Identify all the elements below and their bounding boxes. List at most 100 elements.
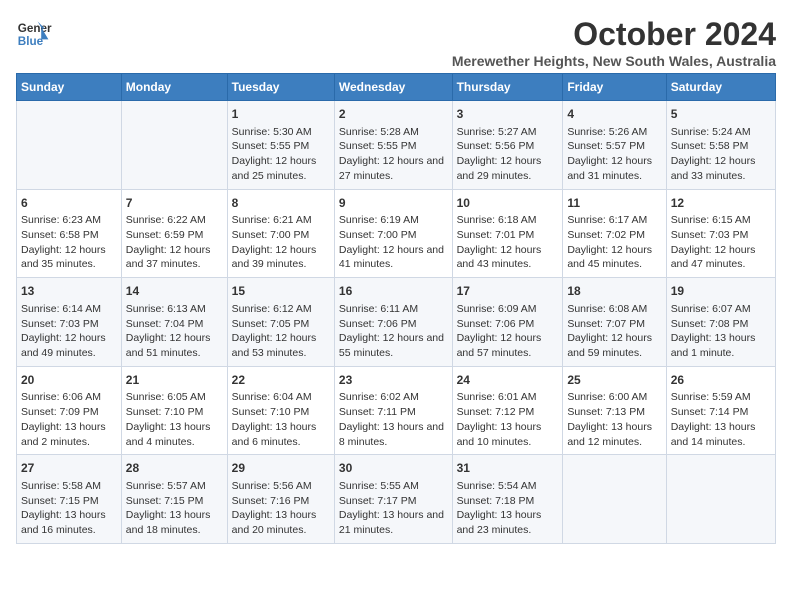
day-number: 23 xyxy=(339,372,448,389)
day-info: Sunrise: 5:58 AMSunset: 7:15 PMDaylight:… xyxy=(21,479,117,538)
calendar-cell: 16 Sunrise: 6:11 AMSunset: 7:06 PMDayligh… xyxy=(334,278,452,367)
day-number: 31 xyxy=(457,460,559,477)
day-info: Sunrise: 6:08 AMSunset: 7:07 PMDaylight:… xyxy=(567,302,661,361)
logo-icon: General Blue xyxy=(16,16,52,52)
day-info: Sunrise: 5:28 AMSunset: 5:55 PMDaylight:… xyxy=(339,125,448,184)
svg-text:Blue: Blue xyxy=(18,35,44,48)
day-number: 16 xyxy=(339,283,448,300)
day-number: 20 xyxy=(21,372,117,389)
calendar-header-row: SundayMondayTuesdayWednesdayThursdayFrid… xyxy=(17,74,776,101)
day-info: Sunrise: 6:09 AMSunset: 7:06 PMDaylight:… xyxy=(457,302,559,361)
page-title: October 2024 xyxy=(452,16,776,53)
calendar-cell: 11Sunrise: 6:17 AMSunset: 7:02 PMDayligh… xyxy=(563,189,666,278)
day-info: Sunrise: 6:02 AMSunset: 7:11 PMDaylight:… xyxy=(339,390,448,449)
day-number: 21 xyxy=(126,372,223,389)
day-of-week-header: Monday xyxy=(121,74,227,101)
day-number: 30 xyxy=(339,460,448,477)
calendar-cell: 17 Sunrise: 6:09 AMSunset: 7:06 PMDayligh… xyxy=(452,278,563,367)
day-info: Sunrise: 6:07 AMSunset: 7:08 PMDaylight:… xyxy=(671,302,771,361)
calendar-cell: 29 Sunrise: 5:56 AMSunset: 7:16 PMDayligh… xyxy=(227,455,334,544)
day-number: 8 xyxy=(232,195,330,212)
day-info: Sunrise: 6:11 AMSunset: 7:06 PMDaylight:… xyxy=(339,302,448,361)
day-number: 4 xyxy=(567,106,661,123)
day-info: Sunrise: 5:26 AMSunset: 5:57 PMDaylight:… xyxy=(567,125,661,184)
day-info: Sunrise: 6:22 AMSunset: 6:59 PMDaylight:… xyxy=(126,213,223,272)
calendar-week-row: 20Sunrise: 6:06 AMSunset: 7:09 PMDayligh… xyxy=(17,366,776,455)
day-number: 3 xyxy=(457,106,559,123)
svg-text:General: General xyxy=(18,22,52,35)
day-number: 26 xyxy=(671,372,771,389)
day-of-week-header: Tuesday xyxy=(227,74,334,101)
calendar-cell: 9Sunrise: 6:19 AMSunset: 7:00 PMDaylight… xyxy=(334,189,452,278)
day-info: Sunrise: 5:54 AMSunset: 7:18 PMDaylight:… xyxy=(457,479,559,538)
calendar-cell: 12Sunrise: 6:15 AMSunset: 7:03 PMDayligh… xyxy=(666,189,775,278)
calendar-cell: 31 Sunrise: 5:54 AMSunset: 7:18 PMDayligh… xyxy=(452,455,563,544)
calendar-cell: 8Sunrise: 6:21 AMSunset: 7:00 PMDaylight… xyxy=(227,189,334,278)
day-number: 15 xyxy=(232,283,330,300)
day-number: 28 xyxy=(126,460,223,477)
calendar-cell: 22Sunrise: 6:04 AMSunset: 7:10 PMDayligh… xyxy=(227,366,334,455)
day-number: 11 xyxy=(567,195,661,212)
day-of-week-header: Friday xyxy=(563,74,666,101)
day-number: 18 xyxy=(567,283,661,300)
day-info: Sunrise: 6:06 AMSunset: 7:09 PMDaylight:… xyxy=(21,390,117,449)
calendar-cell: 14Sunrise: 6:13 AMSunset: 7:04 PMDayligh… xyxy=(121,278,227,367)
day-number: 29 xyxy=(232,460,330,477)
title-area: October 2024 Merewether Heights, New Sou… xyxy=(452,16,776,69)
calendar-cell: 26Sunrise: 5:59 AMSunset: 7:14 PMDayligh… xyxy=(666,366,775,455)
day-info: Sunrise: 6:19 AMSunset: 7:00 PMDaylight:… xyxy=(339,213,448,272)
calendar-cell xyxy=(666,455,775,544)
calendar-cell xyxy=(121,101,227,190)
day-number: 24 xyxy=(457,372,559,389)
day-of-week-header: Saturday xyxy=(666,74,775,101)
day-number: 27 xyxy=(21,460,117,477)
day-info: Sunrise: 5:24 AMSunset: 5:58 PMDaylight:… xyxy=(671,125,771,184)
day-info: Sunrise: 6:15 AMSunset: 7:03 PMDaylight:… xyxy=(671,213,771,272)
day-info: Sunrise: 5:27 AMSunset: 5:56 PMDaylight:… xyxy=(457,125,559,184)
header: General Blue October 2024 Merewether Hei… xyxy=(16,16,776,69)
calendar-cell: 15 Sunrise: 6:12 AMSunset: 7:05 PMDayligh… xyxy=(227,278,334,367)
day-info: Sunrise: 6:18 AMSunset: 7:01 PMDaylight:… xyxy=(457,213,559,272)
calendar-cell: 25Sunrise: 6:00 AMSunset: 7:13 PMDayligh… xyxy=(563,366,666,455)
day-number: 25 xyxy=(567,372,661,389)
day-info: Sunrise: 5:30 AMSunset: 5:55 PMDaylight:… xyxy=(232,125,330,184)
calendar-cell: 7Sunrise: 6:22 AMSunset: 6:59 PMDaylight… xyxy=(121,189,227,278)
calendar-cell: 19 Sunrise: 6:07 AMSunset: 7:08 PMDayligh… xyxy=(666,278,775,367)
calendar-week-row: 1Sunrise: 5:30 AMSunset: 5:55 PMDaylight… xyxy=(17,101,776,190)
page-subtitle: Merewether Heights, New South Wales, Aus… xyxy=(452,53,776,69)
day-number: 19 xyxy=(671,283,771,300)
calendar-cell: 18 Sunrise: 6:08 AMSunset: 7:07 PMDayligh… xyxy=(563,278,666,367)
day-info: Sunrise: 5:55 AMSunset: 7:17 PMDaylight:… xyxy=(339,479,448,538)
day-info: Sunrise: 5:57 AMSunset: 7:15 PMDaylight:… xyxy=(126,479,223,538)
day-info: Sunrise: 6:12 AMSunset: 7:05 PMDaylight:… xyxy=(232,302,330,361)
day-number: 7 xyxy=(126,195,223,212)
calendar-cell: 5Sunrise: 5:24 AMSunset: 5:58 PMDaylight… xyxy=(666,101,775,190)
calendar-cell: 28 Sunrise: 5:57 AMSunset: 7:15 PMDayligh… xyxy=(121,455,227,544)
day-info: Sunrise: 5:56 AMSunset: 7:16 PMDaylight:… xyxy=(232,479,330,538)
calendar-cell: 3 Sunrise: 5:27 AMSunset: 5:56 PMDaylight… xyxy=(452,101,563,190)
day-number: 17 xyxy=(457,283,559,300)
day-number: 6 xyxy=(21,195,117,212)
day-info: Sunrise: 6:01 AMSunset: 7:12 PMDaylight:… xyxy=(457,390,559,449)
calendar-cell: 27 Sunrise: 5:58 AMSunset: 7:15 PMDayligh… xyxy=(17,455,122,544)
day-info: Sunrise: 6:00 AMSunset: 7:13 PMDaylight:… xyxy=(567,390,661,449)
day-info: Sunrise: 6:17 AMSunset: 7:02 PMDaylight:… xyxy=(567,213,661,272)
calendar-cell xyxy=(563,455,666,544)
day-number: 13 xyxy=(21,283,117,300)
day-info: Sunrise: 6:05 AMSunset: 7:10 PMDaylight:… xyxy=(126,390,223,449)
day-info: Sunrise: 6:14 AMSunset: 7:03 PMDaylight:… xyxy=(21,302,117,361)
calendar-cell xyxy=(17,101,122,190)
calendar-cell: 6Sunrise: 6:23 AMSunset: 6:58 PMDaylight… xyxy=(17,189,122,278)
day-info: Sunrise: 6:21 AMSunset: 7:00 PMDaylight:… xyxy=(232,213,330,272)
day-number: 9 xyxy=(339,195,448,212)
day-of-week-header: Wednesday xyxy=(334,74,452,101)
calendar-cell: 20Sunrise: 6:06 AMSunset: 7:09 PMDayligh… xyxy=(17,366,122,455)
calendar-cell: 30 Sunrise: 5:55 AMSunset: 7:17 PMDayligh… xyxy=(334,455,452,544)
day-info: Sunrise: 5:59 AMSunset: 7:14 PMDaylight:… xyxy=(671,390,771,449)
day-of-week-header: Thursday xyxy=(452,74,563,101)
calendar-cell: 13 Sunrise: 6:14 AMSunset: 7:03 PMDayligh… xyxy=(17,278,122,367)
logo: General Blue xyxy=(16,16,52,52)
calendar-cell: 2Sunrise: 5:28 AMSunset: 5:55 PMDaylight… xyxy=(334,101,452,190)
calendar-cell: 10Sunrise: 6:18 AMSunset: 7:01 PMDayligh… xyxy=(452,189,563,278)
calendar-table: SundayMondayTuesdayWednesdayThursdayFrid… xyxy=(16,73,776,544)
